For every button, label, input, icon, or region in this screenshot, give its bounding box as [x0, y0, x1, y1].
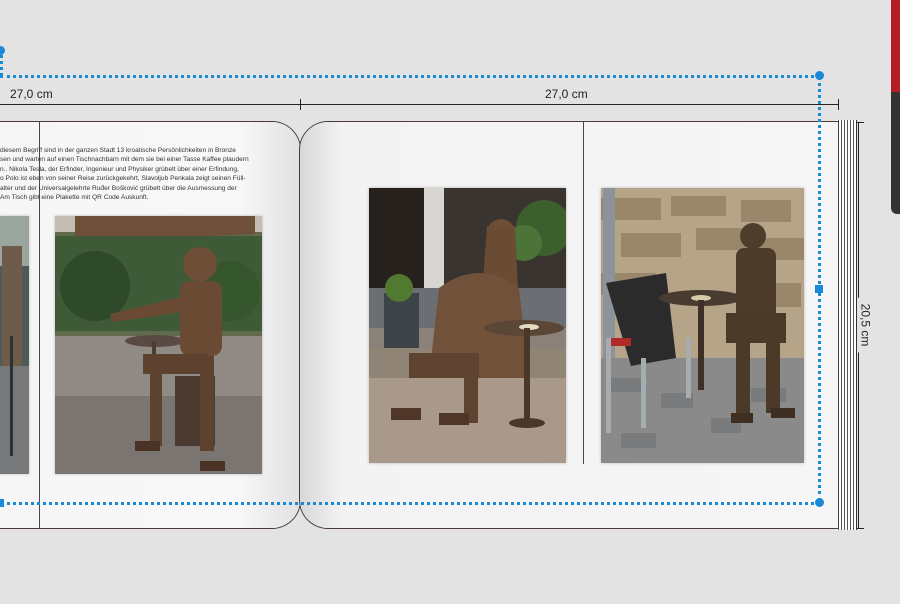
width-ruler-line — [0, 104, 838, 105]
text-line: o Polo ist eben von seiner Reise zurückg… — [0, 175, 246, 183]
text-line: sen und warten auf einen Tischnachbarn m… — [0, 156, 249, 164]
text-line: diesem Begriff sind in der ganzen Stadt … — [0, 147, 236, 154]
photo-boskovic-statue-image — [601, 188, 804, 463]
photo-boskovic-statue[interactable] — [601, 188, 804, 463]
photo-cafe-people-image — [0, 216, 29, 474]
text-line: n.. Nikola Tesla, der Erfinder, Ingenieu… — [0, 165, 239, 173]
photo-marco-polo-statue[interactable] — [369, 188, 566, 463]
resize-handle-top-right[interactable] — [815, 71, 824, 80]
selection-frame-bottom — [0, 502, 820, 505]
photo-tesla-statue[interactable] — [55, 216, 262, 474]
ruler-tick-right — [838, 99, 839, 110]
book-page-edges — [836, 120, 857, 530]
photo-cafe-people-cropped[interactable] — [0, 216, 29, 474]
right-page-divider-line — [583, 122, 584, 464]
photo-tesla-statue-image — [55, 216, 262, 474]
resize-handle-bottom-right[interactable] — [815, 498, 824, 507]
text-line: Am Tisch gibt eine Plakette mit QR Code … — [0, 194, 149, 202]
resize-handle-right-mid[interactable] — [815, 285, 823, 293]
right-page-width-label: 27,0 cm — [539, 85, 594, 103]
resize-handle-bottom-left[interactable] — [0, 499, 4, 507]
photobook-editor-canvas: 27,0 cm 27,0 cm 20,5 cm diesem Begriff s… — [0, 0, 900, 604]
selection-frame-top — [0, 75, 820, 78]
side-panel-tab[interactable] — [891, 0, 900, 214]
left-page-text-block[interactable]: diesem Begriff sind in der ganzen Stadt … — [0, 146, 268, 202]
text-line: alter und der Universalgelehrte Ruđer Bo… — [0, 184, 237, 192]
left-page-width-label: 27,0 cm — [4, 85, 59, 103]
resize-handle-top-left[interactable] — [0, 46, 5, 55]
page-height-label: 20,5 cm — [856, 297, 875, 353]
photo-marco-polo-statue-image — [369, 188, 566, 463]
ruler-tick-center — [300, 99, 301, 110]
